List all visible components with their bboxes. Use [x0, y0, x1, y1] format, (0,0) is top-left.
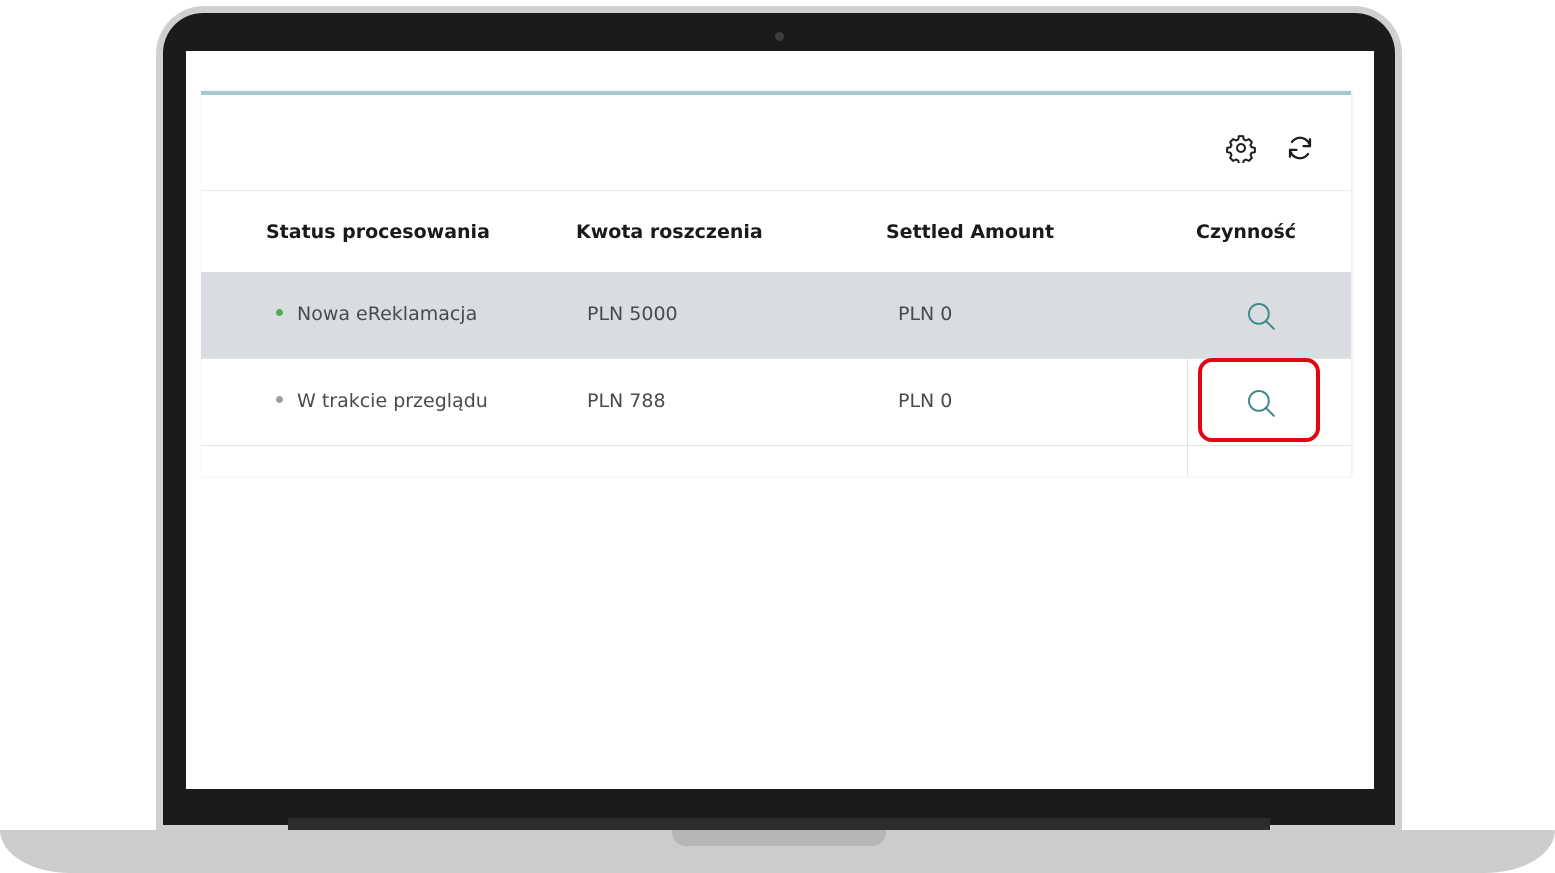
- table-toolbar: [201, 95, 1351, 190]
- settings-button[interactable]: [1221, 128, 1261, 168]
- claim-amount-cell: PLN 5000: [587, 303, 678, 325]
- status-dot: [276, 396, 283, 403]
- refresh-icon: [1288, 136, 1312, 160]
- status-cell: Nowa eReklamacja: [276, 303, 477, 325]
- view-details-button[interactable]: [1241, 383, 1281, 423]
- column-header-settled-amount[interactable]: Settled Amount: [886, 221, 1054, 243]
- table-row[interactable]: Nowa eReklamacja PLN 5000 PLN 0: [201, 272, 1351, 359]
- settled-amount-cell: PLN 0: [898, 390, 953, 412]
- table-row[interactable]: W trakcie przeglądu PLN 788 PLN 0: [201, 359, 1351, 446]
- refresh-button[interactable]: [1280, 128, 1320, 168]
- webcam: [775, 32, 784, 41]
- status-text: W trakcie przeglądu: [297, 390, 488, 412]
- laptop-hinge: [288, 818, 1270, 830]
- search-icon: [1247, 389, 1275, 417]
- column-header-status[interactable]: Status procesowania: [266, 221, 490, 243]
- gear-icon: [1226, 135, 1256, 163]
- view-details-button[interactable]: [1241, 296, 1281, 336]
- settled-amount-cell: PLN 0: [898, 303, 953, 325]
- status-dot: [276, 309, 283, 316]
- claims-panel: Status procesowania Kwota roszczenia Set…: [201, 91, 1351, 476]
- column-header-claim-amount[interactable]: Kwota roszczenia: [576, 221, 763, 243]
- screen: Status procesowania Kwota roszczenia Set…: [186, 51, 1374, 789]
- laptop-notch: [672, 830, 886, 846]
- column-header-action: Czynność: [1196, 221, 1297, 243]
- action-column-divider: [1187, 359, 1188, 476]
- claim-amount-cell: PLN 788: [587, 390, 666, 412]
- search-icon: [1247, 302, 1275, 330]
- status-text: Nowa eReklamacja: [297, 303, 478, 325]
- laptop-frame: Status procesowania Kwota roszczenia Set…: [0, 0, 1555, 873]
- table-header: Status procesowania Kwota roszczenia Set…: [201, 190, 1351, 273]
- status-cell: W trakcie przeglądu: [276, 390, 488, 412]
